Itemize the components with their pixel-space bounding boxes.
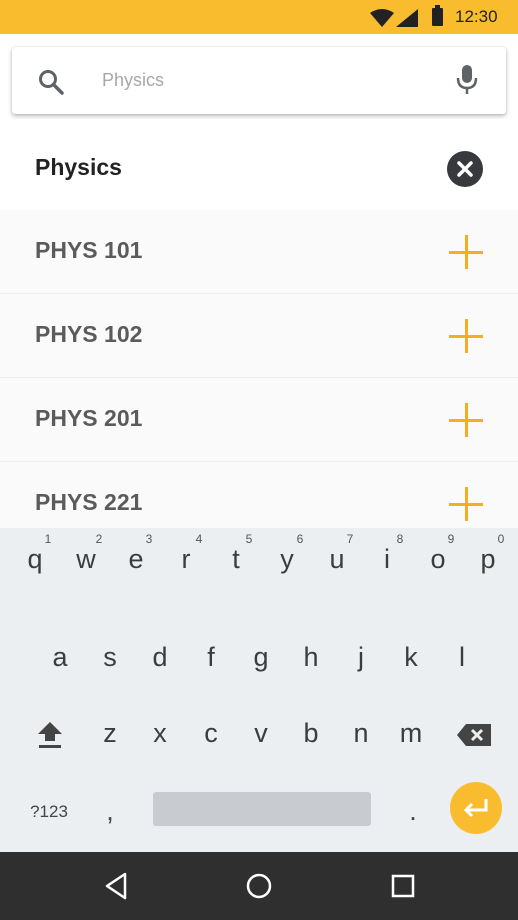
key-t[interactable]: 5t (211, 528, 261, 590)
status-bar: 12:30 (0, 0, 518, 34)
key-q[interactable]: 1q (10, 528, 60, 590)
key-char: d (152, 642, 168, 672)
key-char: w (76, 544, 96, 574)
numbers-key[interactable]: ?123 (14, 780, 84, 842)
key-char: z (103, 718, 117, 748)
key-z[interactable]: z (85, 704, 135, 766)
key-char: b (303, 718, 319, 748)
enter-key[interactable] (450, 782, 502, 834)
key-char: u (329, 544, 345, 574)
search-icon[interactable] (38, 69, 64, 95)
key-o[interactable]: 9o (413, 528, 463, 590)
key-char: y (280, 544, 294, 574)
battery-icon (432, 5, 443, 26)
backspace-icon (457, 724, 491, 746)
navigation-bar (0, 852, 518, 920)
key-char: x (153, 718, 167, 748)
key-d[interactable]: d (135, 628, 185, 690)
key-char: e (128, 544, 144, 574)
add-icon[interactable] (449, 403, 483, 437)
key-k[interactable]: k (386, 628, 436, 690)
status-time: 12:30 (455, 7, 498, 26)
key-e[interactable]: 3e (111, 528, 161, 590)
key-g[interactable]: g (236, 628, 286, 690)
key-u[interactable]: 7u (312, 528, 362, 590)
home-icon[interactable] (245, 869, 273, 903)
key-m[interactable]: m (386, 704, 436, 766)
list-item[interactable]: PHYS 201 (0, 378, 518, 462)
key-y[interactable]: 6y (262, 528, 312, 590)
course-label: PHYS 101 (35, 237, 143, 263)
search-input[interactable] (102, 63, 432, 97)
key-char: ?123 (30, 802, 68, 821)
selected-subject-title: Physics (35, 154, 122, 180)
clear-button[interactable] (447, 151, 483, 187)
key-char: p (480, 544, 496, 574)
course-label: PHYS 201 (35, 405, 143, 431)
key-char: n (353, 718, 369, 748)
key-j[interactable]: j (336, 628, 386, 690)
key-n[interactable]: n (336, 704, 386, 766)
wifi-icon (370, 9, 394, 27)
key-v[interactable]: v (236, 704, 286, 766)
selected-subject-row: Physics (0, 126, 518, 210)
back-icon[interactable] (103, 869, 129, 903)
backspace-key[interactable] (450, 704, 500, 766)
key-c[interactable]: c (186, 704, 236, 766)
list-item[interactable]: PHYS 102 (0, 294, 518, 378)
shift-icon (38, 722, 62, 748)
key-char: o (430, 544, 446, 574)
key-f[interactable]: f (186, 628, 236, 690)
key-p[interactable]: 0p (463, 528, 513, 590)
key-r[interactable]: 4r (161, 528, 211, 590)
key-char: h (303, 642, 319, 672)
key-l[interactable]: l (437, 628, 487, 690)
close-icon (457, 161, 473, 177)
add-icon[interactable] (449, 319, 483, 353)
add-icon[interactable] (449, 235, 483, 269)
key-char: r (181, 544, 191, 574)
period-key[interactable]: . (388, 780, 438, 842)
key-b[interactable]: b (286, 704, 336, 766)
key-x[interactable]: x (135, 704, 185, 766)
key-char: f (207, 642, 215, 672)
key-char: , (106, 796, 114, 826)
key-char: q (27, 544, 43, 574)
key-char: g (253, 642, 269, 672)
key-char: v (254, 718, 268, 748)
search-bar[interactable] (12, 47, 506, 114)
shift-key[interactable] (25, 704, 75, 766)
signal-icon (396, 9, 418, 27)
key-char: s (103, 642, 117, 672)
list-item[interactable]: PHYS 101 (0, 210, 518, 294)
key-a[interactable]: a (35, 628, 85, 690)
key-s[interactable]: s (85, 628, 135, 690)
key-char: m (399, 718, 423, 748)
keyboard: 1q 2w 3e 4r 5t 6y 7u 8i 9o 0p a s d f g … (0, 528, 518, 852)
course-label: PHYS 102 (35, 321, 143, 347)
recents-icon[interactable] (390, 869, 416, 903)
key-w[interactable]: 2w (61, 528, 111, 590)
results-list: PHYS 101 PHYS 102 PHYS 201 PHYS 221 (0, 210, 518, 546)
key-h[interactable]: h (286, 628, 336, 690)
key-char: l (459, 642, 465, 672)
key-char: i (384, 544, 390, 574)
course-label: PHYS 221 (35, 489, 143, 515)
add-icon[interactable] (449, 487, 483, 521)
comma-key[interactable]: , (85, 780, 135, 842)
space-key[interactable] (153, 792, 371, 826)
key-char: j (358, 642, 364, 672)
key-char: t (232, 544, 240, 574)
key-i[interactable]: 8i (362, 528, 412, 590)
microphone-icon[interactable] (456, 65, 478, 95)
key-char: . (409, 796, 417, 826)
key-char: a (52, 642, 68, 672)
enter-icon (463, 799, 488, 818)
key-char: k (404, 642, 418, 672)
key-char: c (204, 718, 218, 748)
